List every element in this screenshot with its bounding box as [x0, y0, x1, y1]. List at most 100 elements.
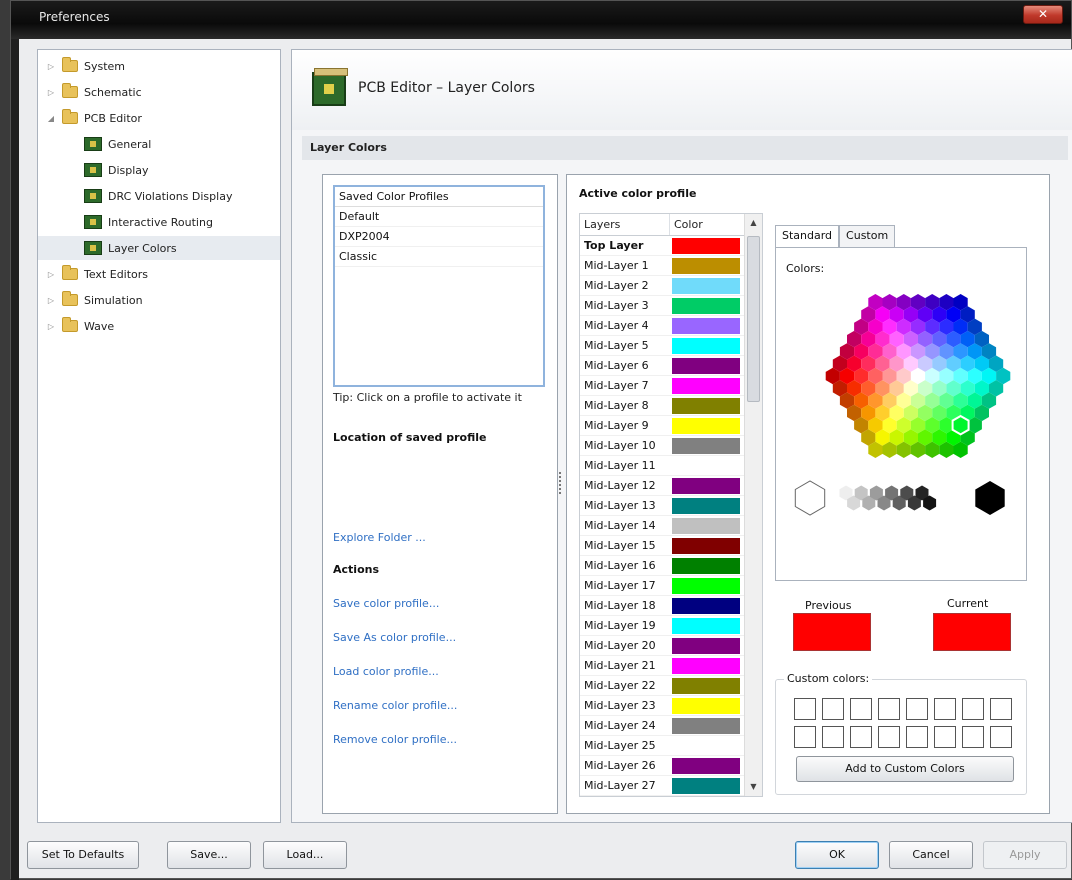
tree-item[interactable]: Display [38, 158, 280, 182]
custom-color-cell[interactable] [878, 726, 900, 748]
tree-item[interactable]: ▷ Simulation [38, 288, 280, 312]
layer-table-scrollbar[interactable]: ▲ ▼ [744, 214, 762, 796]
layer-row[interactable]: Mid-Layer 27 [580, 776, 762, 796]
layer-color-swatch[interactable] [672, 697, 740, 714]
layer-color-swatch[interactable] [672, 297, 740, 314]
tree-item[interactable]: ▷ Schematic [38, 80, 280, 104]
color-column-header[interactable]: Color [670, 214, 744, 235]
layer-color-swatch[interactable] [672, 537, 740, 554]
layer-row[interactable]: Mid-Layer 25 [580, 736, 762, 756]
layer-color-swatch[interactable] [672, 277, 740, 294]
layer-color-swatch[interactable] [672, 497, 740, 514]
layer-row[interactable]: Mid-Layer 26 [580, 756, 762, 776]
tab-standard[interactable]: Standard [775, 225, 840, 248]
collapse-arrow-icon[interactable]: ◢ [46, 114, 56, 123]
explore-folder-link[interactable]: Explore Folder ... [333, 531, 426, 544]
layer-color-swatch[interactable] [672, 317, 740, 334]
apply-button[interactable]: Apply [983, 841, 1067, 869]
layer-row[interactable]: Mid-Layer 13 [580, 496, 762, 516]
scroll-thumb[interactable] [747, 236, 760, 402]
close-button[interactable]: ✕ [1023, 5, 1063, 24]
color-hexagon[interactable] [776, 248, 1028, 582]
layer-color-swatch[interactable] [672, 617, 740, 634]
custom-color-cell[interactable] [878, 698, 900, 720]
layer-row[interactable]: Mid-Layer 11 [580, 456, 762, 476]
layer-color-swatch[interactable] [672, 417, 740, 434]
set-to-defaults-button[interactable]: Set To Defaults [27, 841, 139, 869]
custom-color-cell[interactable] [822, 726, 844, 748]
layer-row[interactable]: Mid-Layer 3 [580, 296, 762, 316]
custom-color-cell[interactable] [990, 726, 1012, 748]
saved-profiles-list[interactable]: Saved Color Profiles Default DXP2004 Cla… [333, 185, 545, 387]
add-custom-color-button[interactable]: Add to Custom Colors [796, 756, 1014, 782]
expand-arrow-icon[interactable]: ▷ [46, 88, 56, 97]
save-button[interactable]: Save... [167, 841, 251, 869]
layer-color-swatch[interactable] [672, 557, 740, 574]
layer-row[interactable]: Mid-Layer 6 [580, 356, 762, 376]
custom-color-cell[interactable] [794, 698, 816, 720]
remove-profile-link[interactable]: Remove color profile... [333, 733, 457, 746]
layer-row[interactable]: Mid-Layer 21 [580, 656, 762, 676]
layer-color-swatch[interactable] [672, 597, 740, 614]
tree-item[interactable]: Interactive Routing [38, 210, 280, 234]
custom-color-cell[interactable] [822, 698, 844, 720]
cancel-button[interactable]: Cancel [889, 841, 973, 869]
layer-color-swatch[interactable] [672, 677, 740, 694]
rename-profile-link[interactable]: Rename color profile... [333, 699, 457, 712]
custom-color-cell[interactable] [906, 726, 928, 748]
scroll-down-icon[interactable]: ▼ [745, 778, 762, 796]
layer-color-swatch[interactable] [672, 397, 740, 414]
ok-button[interactable]: OK [795, 841, 879, 869]
layer-row[interactable]: Top Layer [580, 236, 762, 256]
layer-row[interactable]: Mid-Layer 9 [580, 416, 762, 436]
custom-color-cell[interactable] [962, 726, 984, 748]
profile-item[interactable]: Default [335, 207, 543, 227]
layer-row[interactable]: Mid-Layer 10 [580, 436, 762, 456]
layer-color-swatch[interactable] [672, 737, 740, 754]
layer-color-swatch[interactable] [672, 457, 740, 474]
layer-color-swatch[interactable] [672, 477, 740, 494]
layer-row[interactable]: Mid-Layer 12 [580, 476, 762, 496]
layer-color-swatch[interactable] [672, 757, 740, 774]
layer-row[interactable]: Mid-Layer 1 [580, 256, 762, 276]
layer-color-swatch[interactable] [672, 657, 740, 674]
layers-column-header[interactable]: Layers [580, 214, 670, 235]
layer-color-swatch[interactable] [672, 357, 740, 374]
expand-arrow-icon[interactable]: ▷ [46, 62, 56, 71]
custom-color-cell[interactable] [990, 698, 1012, 720]
layer-row[interactable]: Mid-Layer 15 [580, 536, 762, 556]
layer-row[interactable]: Mid-Layer 14 [580, 516, 762, 536]
layer-color-swatch[interactable] [672, 517, 740, 534]
layer-row[interactable]: Mid-Layer 5 [580, 336, 762, 356]
custom-color-cell[interactable] [962, 698, 984, 720]
layer-row[interactable]: Mid-Layer 8 [580, 396, 762, 416]
tree-item[interactable]: General [38, 132, 280, 156]
layer-row[interactable]: Mid-Layer 23 [580, 696, 762, 716]
load-profile-link[interactable]: Load color profile... [333, 665, 439, 678]
layer-color-swatch[interactable] [672, 637, 740, 654]
layer-row[interactable]: Mid-Layer 22 [580, 676, 762, 696]
save-profile-link[interactable]: Save color profile... [333, 597, 439, 610]
layer-row[interactable]: Mid-Layer 20 [580, 636, 762, 656]
layer-row[interactable]: Mid-Layer 18 [580, 596, 762, 616]
scroll-up-icon[interactable]: ▲ [745, 214, 762, 232]
layer-color-swatch[interactable] [672, 577, 740, 594]
custom-color-cell[interactable] [794, 726, 816, 748]
layer-row[interactable]: Mid-Layer 17 [580, 576, 762, 596]
expand-arrow-icon[interactable]: ▷ [46, 322, 56, 331]
layer-row[interactable]: Mid-Layer 19 [580, 616, 762, 636]
layer-color-swatch[interactable] [672, 257, 740, 274]
tree-item[interactable]: ◢ PCB Editor [38, 106, 280, 130]
tree-item[interactable]: ▷ Text Editors [38, 262, 280, 286]
layer-row[interactable]: Mid-Layer 16 [580, 556, 762, 576]
layer-color-swatch[interactable] [672, 437, 740, 454]
layer-row[interactable]: Mid-Layer 4 [580, 316, 762, 336]
custom-color-cell[interactable] [906, 698, 928, 720]
layer-row[interactable]: Mid-Layer 7 [580, 376, 762, 396]
expand-arrow-icon[interactable]: ▷ [46, 270, 56, 279]
layer-row[interactable]: Mid-Layer 24 [580, 716, 762, 736]
load-button[interactable]: Load... [263, 841, 347, 869]
tree-item[interactable]: DRC Violations Display [38, 184, 280, 208]
tree-item[interactable]: Layer Colors [38, 236, 280, 260]
layer-color-swatch[interactable] [672, 717, 740, 734]
